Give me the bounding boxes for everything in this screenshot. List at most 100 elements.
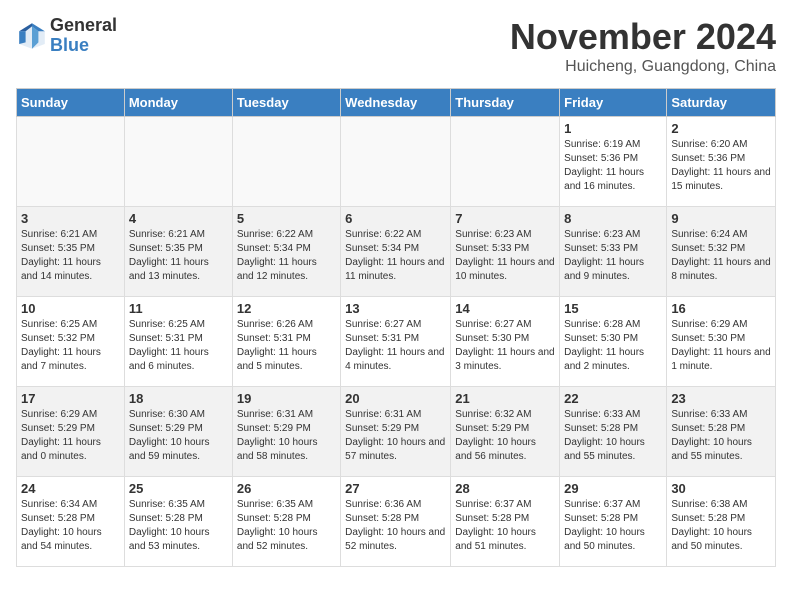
calendar-table: SundayMondayTuesdayWednesdayThursdayFrid… [16,88,776,567]
day-info: Sunrise: 6:22 AM Sunset: 5:34 PM Dayligh… [345,228,446,284]
page-header: General Blue November 2024 Huicheng, Gua… [16,16,776,76]
calendar-week-row: 24 Sunrise: 6:34 AM Sunset: 5:28 PM Dayli… [17,477,776,567]
day-number: 15 [564,301,662,316]
calendar-cell [124,117,232,207]
day-info: Sunrise: 6:37 AM Sunset: 5:28 PM Dayligh… [564,498,662,554]
calendar-week-row: 1 Sunrise: 6:19 AM Sunset: 5:36 PM Daylig… [17,117,776,207]
day-number: 9 [671,211,771,226]
calendar-cell: 22 Sunrise: 6:33 AM Sunset: 5:28 PM Dayli… [560,387,667,477]
calendar-cell: 7 Sunrise: 6:23 AM Sunset: 5:33 PM Daylig… [451,207,560,297]
calendar-week-row: 10Sunrise: 6:25 AM Sunset: 5:32 PM Dayli… [17,297,776,387]
calendar-cell: 17 Sunrise: 6:29 AM Sunset: 5:29 PM Dayli… [17,387,125,477]
day-info: Sunrise: 6:31 AM Sunset: 5:29 PM Dayligh… [237,408,336,464]
day-info: Sunrise: 6:19 AM Sunset: 5:36 PM Dayligh… [564,138,662,194]
calendar-day-header: Thursday [451,89,560,117]
calendar-cell: 15Sunrise: 6:28 AM Sunset: 5:30 PM Dayli… [560,297,667,387]
day-number: 5 [237,211,336,226]
calendar-cell: 10Sunrise: 6:25 AM Sunset: 5:32 PM Dayli… [17,297,125,387]
calendar-cell: 14 Sunrise: 6:27 AM Sunset: 5:30 PM Dayli… [451,297,560,387]
day-number: 20 [345,391,446,406]
calendar-cell: 1 Sunrise: 6:19 AM Sunset: 5:36 PM Daylig… [560,117,667,207]
day-info: Sunrise: 6:22 AM Sunset: 5:34 PM Dayligh… [237,228,336,284]
calendar-header-row: SundayMondayTuesdayWednesdayThursdayFrid… [17,89,776,117]
day-info: Sunrise: 6:30 AM Sunset: 5:29 PM Dayligh… [129,408,228,464]
calendar-cell: 30Sunrise: 6:38 AM Sunset: 5:28 PM Dayli… [667,477,776,567]
calendar-cell: 11 Sunrise: 6:25 AM Sunset: 5:31 PM Dayli… [124,297,232,387]
calendar-cell [232,117,340,207]
calendar-day-header: Tuesday [232,89,340,117]
day-number: 17 [21,391,120,406]
day-info: Sunrise: 6:21 AM Sunset: 5:35 PM Dayligh… [21,228,120,284]
day-info: Sunrise: 6:26 AM Sunset: 5:31 PM Dayligh… [237,318,336,374]
day-number: 27 [345,481,446,496]
calendar-day-header: Sunday [17,89,125,117]
calendar-cell: 19 Sunrise: 6:31 AM Sunset: 5:29 PM Dayli… [232,387,340,477]
calendar-cell: 27 Sunrise: 6:36 AM Sunset: 5:28 PM Dayli… [341,477,451,567]
day-info: Sunrise: 6:36 AM Sunset: 5:28 PM Dayligh… [345,498,446,554]
day-info: Sunrise: 6:23 AM Sunset: 5:33 PM Dayligh… [455,228,555,284]
day-number: 21 [455,391,555,406]
logo: General Blue [16,16,117,56]
day-info: Sunrise: 6:21 AM Sunset: 5:35 PM Dayligh… [129,228,228,284]
calendar-cell: 5 Sunrise: 6:22 AM Sunset: 5:34 PM Daylig… [232,207,340,297]
day-number: 19 [237,391,336,406]
day-number: 11 [129,301,228,316]
day-number: 12 [237,301,336,316]
day-info: Sunrise: 6:24 AM Sunset: 5:32 PM Dayligh… [671,228,771,284]
calendar-week-row: 17 Sunrise: 6:29 AM Sunset: 5:29 PM Dayli… [17,387,776,477]
logo-blue: Blue [50,36,117,56]
calendar-cell [17,117,125,207]
calendar-cell: 25Sunrise: 6:35 AM Sunset: 5:28 PM Dayli… [124,477,232,567]
day-number: 2 [671,121,771,136]
calendar-day-header: Friday [560,89,667,117]
day-info: Sunrise: 6:25 AM Sunset: 5:32 PM Dayligh… [21,318,120,374]
calendar-cell: 29 Sunrise: 6:37 AM Sunset: 5:28 PM Dayli… [560,477,667,567]
day-number: 30 [671,481,771,496]
calendar-cell [341,117,451,207]
calendar-cell: 12 Sunrise: 6:26 AM Sunset: 5:31 PM Dayli… [232,297,340,387]
day-info: Sunrise: 6:32 AM Sunset: 5:29 PM Dayligh… [455,408,555,464]
calendar-cell: 8Sunrise: 6:23 AM Sunset: 5:33 PM Daylig… [560,207,667,297]
day-number: 29 [564,481,662,496]
day-info: Sunrise: 6:27 AM Sunset: 5:31 PM Dayligh… [345,318,446,374]
calendar-day-header: Monday [124,89,232,117]
day-number: 24 [21,481,120,496]
logo-text: General Blue [50,16,117,56]
day-number: 6 [345,211,446,226]
calendar-cell [451,117,560,207]
day-info: Sunrise: 6:34 AM Sunset: 5:28 PM Dayligh… [21,498,120,554]
day-number: 3 [21,211,120,226]
location: Huicheng, Guangdong, China [510,58,776,76]
logo-general: General [50,16,117,36]
day-info: Sunrise: 6:23 AM Sunset: 5:33 PM Dayligh… [564,228,662,284]
calendar-cell: 4Sunrise: 6:21 AM Sunset: 5:35 PM Daylig… [124,207,232,297]
month-title: November 2024 [510,16,776,58]
calendar-cell: 6 Sunrise: 6:22 AM Sunset: 5:34 PM Daylig… [341,207,451,297]
day-number: 28 [455,481,555,496]
day-info: Sunrise: 6:29 AM Sunset: 5:29 PM Dayligh… [21,408,120,464]
day-info: Sunrise: 6:29 AM Sunset: 5:30 PM Dayligh… [671,318,771,374]
title-block: November 2024 Huicheng, Guangdong, China [510,16,776,76]
day-info: Sunrise: 6:33 AM Sunset: 5:28 PM Dayligh… [564,408,662,464]
day-number: 26 [237,481,336,496]
day-info: Sunrise: 6:31 AM Sunset: 5:29 PM Dayligh… [345,408,446,464]
calendar-cell: 9 Sunrise: 6:24 AM Sunset: 5:32 PM Daylig… [667,207,776,297]
calendar-cell: 26Sunrise: 6:35 AM Sunset: 5:28 PM Dayli… [232,477,340,567]
day-number: 7 [455,211,555,226]
day-number: 14 [455,301,555,316]
calendar-day-header: Saturday [667,89,776,117]
day-info: Sunrise: 6:20 AM Sunset: 5:36 PM Dayligh… [671,138,771,194]
day-info: Sunrise: 6:27 AM Sunset: 5:30 PM Dayligh… [455,318,555,374]
day-info: Sunrise: 6:25 AM Sunset: 5:31 PM Dayligh… [129,318,228,374]
day-number: 22 [564,391,662,406]
day-number: 18 [129,391,228,406]
day-info: Sunrise: 6:37 AM Sunset: 5:28 PM Dayligh… [455,498,555,554]
calendar-cell: 24 Sunrise: 6:34 AM Sunset: 5:28 PM Dayli… [17,477,125,567]
calendar-cell: 13Sunrise: 6:27 AM Sunset: 5:31 PM Dayli… [341,297,451,387]
calendar-cell: 28 Sunrise: 6:37 AM Sunset: 5:28 PM Dayli… [451,477,560,567]
day-number: 1 [564,121,662,136]
calendar-cell: 20 Sunrise: 6:31 AM Sunset: 5:29 PM Dayli… [341,387,451,477]
calendar-cell: 18 Sunrise: 6:30 AM Sunset: 5:29 PM Dayli… [124,387,232,477]
calendar-cell: 21 Sunrise: 6:32 AM Sunset: 5:29 PM Dayli… [451,387,560,477]
day-number: 25 [129,481,228,496]
